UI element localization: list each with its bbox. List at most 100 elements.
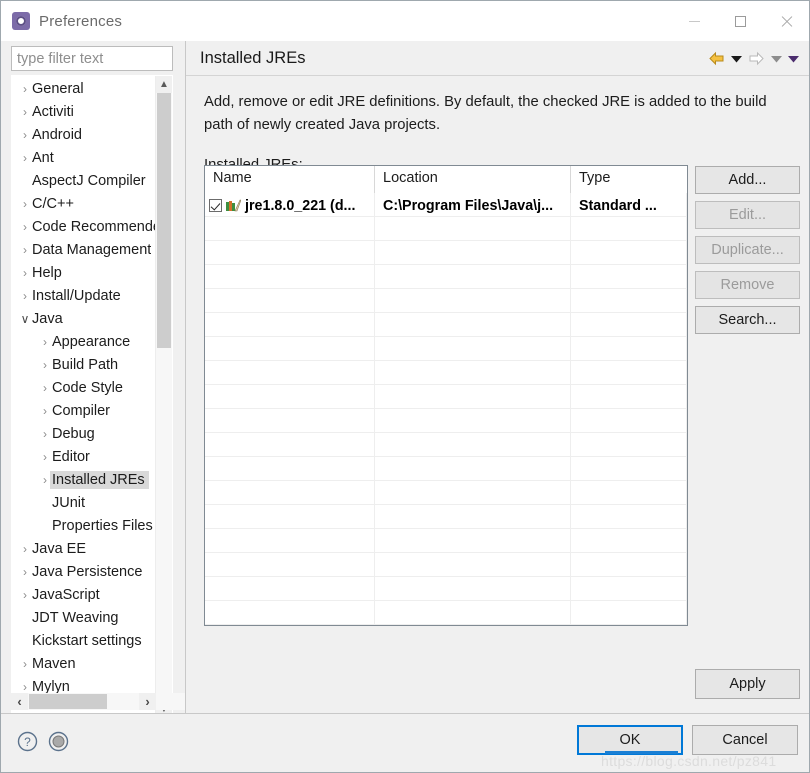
minimize-button[interactable] [671, 1, 717, 41]
sidebar-item-label: JDT Weaving [32, 609, 119, 626]
chevron-right-icon[interactable]: › [38, 381, 52, 395]
table-empty-row[interactable] [205, 313, 687, 337]
table-empty-row[interactable] [205, 289, 687, 313]
close-icon[interactable] [763, 1, 809, 41]
cancel-button[interactable]: Cancel [692, 725, 798, 755]
chevron-right-icon[interactable]: › [18, 82, 32, 96]
preferences-tree[interactable]: › General › Activiti › Android › Ant AspectJ Com… [11, 75, 173, 719]
sidebar-item-compiler[interactable]: › Compiler [12, 399, 158, 422]
chevron-right-icon[interactable]: › [38, 427, 52, 441]
sidebar-item-debug[interactable]: › Debug [12, 422, 158, 445]
chevron-right-icon[interactable]: › [38, 358, 52, 372]
table-empty-row[interactable] [205, 505, 687, 529]
apply-button[interactable]: Apply [695, 669, 800, 699]
sidebar-item-ant[interactable]: › Ant [12, 146, 158, 169]
sidebar-item-aspectj-compiler[interactable]: AspectJ Compiler [12, 169, 158, 192]
sidebar-item-junit[interactable]: JUnit [12, 491, 158, 514]
sidebar-item-label: Appearance [52, 333, 131, 350]
chevron-right-icon[interactable]: › [18, 542, 32, 556]
sidebar-item-c-c[interactable]: › C/C++ [12, 192, 158, 215]
help-question-icon[interactable]: ? [17, 731, 38, 757]
import-export-icon[interactable] [48, 731, 69, 757]
sidebar-item-kickstart-settings[interactable]: Kickstart settings [12, 629, 158, 652]
table-empty-row[interactable] [205, 241, 687, 265]
sidebar-item-java[interactable]: ∨ Java [12, 307, 158, 330]
sidebar-item-maven[interactable]: › Maven [12, 652, 158, 675]
table-empty-row[interactable] [205, 529, 687, 553]
table-empty-row[interactable] [205, 481, 687, 505]
horizontal-scroll-thumb[interactable] [29, 694, 107, 709]
search-button[interactable]: Search... [695, 306, 800, 334]
back-dropdown-icon[interactable] [731, 55, 742, 63]
filter-input[interactable]: type filter text [11, 46, 173, 71]
chevron-right-icon[interactable]: › [18, 680, 32, 694]
column-header-location[interactable]: Location [375, 166, 571, 193]
chevron-right-icon[interactable]: › [38, 450, 52, 464]
chevron-right-icon[interactable]: › [18, 266, 32, 280]
column-header-name[interactable]: Name [205, 166, 375, 193]
chevron-right-icon[interactable]: › [18, 243, 32, 257]
vertical-scroll-thumb[interactable] [157, 93, 171, 348]
chevron-down-icon[interactable]: ∨ [18, 312, 32, 326]
chevron-right-icon[interactable]: › [18, 289, 32, 303]
table-empty-row[interactable] [205, 217, 687, 241]
back-arrow-icon[interactable] [708, 51, 725, 66]
sidebar-item-installed-jres[interactable]: › Installed JREs [12, 468, 158, 491]
sidebar-item-install-update[interactable]: › Install/Update [12, 284, 158, 307]
sidebar-item-android[interactable]: › Android [12, 123, 158, 146]
chevron-right-icon[interactable]: › [18, 197, 32, 211]
table-empty-row[interactable] [205, 601, 687, 625]
view-menu-icon[interactable] [788, 55, 799, 63]
sidebar-item-build-path[interactable]: › Build Path [12, 353, 158, 376]
installed-jres-table[interactable]: Name Location Type jre1.8.0_221 (d... C:\Pr… [204, 165, 688, 626]
table-empty-row[interactable] [205, 361, 687, 385]
maximize-button[interactable] [717, 1, 763, 41]
chevron-right-icon[interactable]: › [18, 105, 32, 119]
scroll-up-icon[interactable]: ▲ [156, 76, 172, 93]
table-empty-row[interactable] [205, 433, 687, 457]
sidebar-item-editor[interactable]: › Editor [12, 445, 158, 468]
table-empty-row[interactable] [205, 385, 687, 409]
table-row[interactable]: jre1.8.0_221 (d... C:\Program Files\Java\… [205, 193, 687, 217]
chevron-right-icon[interactable]: › [18, 128, 32, 142]
table-empty-row[interactable] [205, 409, 687, 433]
scroll-right-icon[interactable]: › [139, 693, 156, 710]
table-empty-row[interactable] [205, 553, 687, 577]
sidebar-item-code-recommenders[interactable]: ›Code Recommenders [12, 215, 158, 238]
chevron-right-icon[interactable]: › [18, 565, 32, 579]
table-empty-row[interactable] [205, 457, 687, 481]
scroll-left-icon[interactable]: ‹ [11, 693, 28, 710]
chevron-right-icon[interactable]: › [38, 404, 52, 418]
sidebar-item-code-style[interactable]: › Code Style [12, 376, 158, 399]
sidebar-item-help[interactable]: › Help [12, 261, 158, 284]
sidebar-item-javascript[interactable]: › JavaScript [12, 583, 158, 606]
chevron-right-icon[interactable]: › [18, 588, 32, 602]
tree-vertical-scrollbar[interactable]: ▲ ▼ [155, 76, 172, 718]
sidebar-item-data-management[interactable]: › Data Management [12, 238, 158, 261]
table-empty-cell [375, 529, 571, 552]
table-empty-row[interactable] [205, 337, 687, 361]
table-empty-cell [205, 457, 375, 480]
table-empty-row[interactable] [205, 577, 687, 601]
sidebar-item-general[interactable]: › General [12, 77, 158, 100]
sidebar-item-java-ee[interactable]: › Java EE [12, 537, 158, 560]
table-empty-row[interactable] [205, 265, 687, 289]
sidebar-item-jdt-weaving[interactable]: JDT Weaving [12, 606, 158, 629]
sidebar-item-appearance[interactable]: › Appearance [12, 330, 158, 353]
chevron-right-icon[interactable]: › [18, 657, 32, 671]
add-button[interactable]: Add... [695, 166, 800, 194]
table-empty-cell [571, 337, 687, 360]
sidebar-item-activiti[interactable]: › Activiti [12, 100, 158, 123]
sidebar-item-java-persistence[interactable]: › Java Persistence [12, 560, 158, 583]
tree-horizontal-scrollbar[interactable]: ‹ › [11, 693, 173, 710]
jre-name-cell[interactable]: jre1.8.0_221 (d... [205, 193, 375, 216]
chevron-right-icon[interactable]: › [18, 151, 32, 165]
chevron-right-icon[interactable]: › [38, 335, 52, 349]
tree-list: › General › Activiti › Android › Ant AspectJ Com… [12, 76, 158, 698]
page-header: Installed JREs [186, 41, 809, 76]
chevron-right-icon[interactable]: › [18, 220, 32, 234]
sidebar-item-properties-files[interactable]: Properties Files [12, 514, 158, 537]
column-header-type[interactable]: Type [571, 166, 687, 193]
table-empty-cell [571, 361, 687, 384]
jre-default-checkbox[interactable] [209, 199, 222, 212]
